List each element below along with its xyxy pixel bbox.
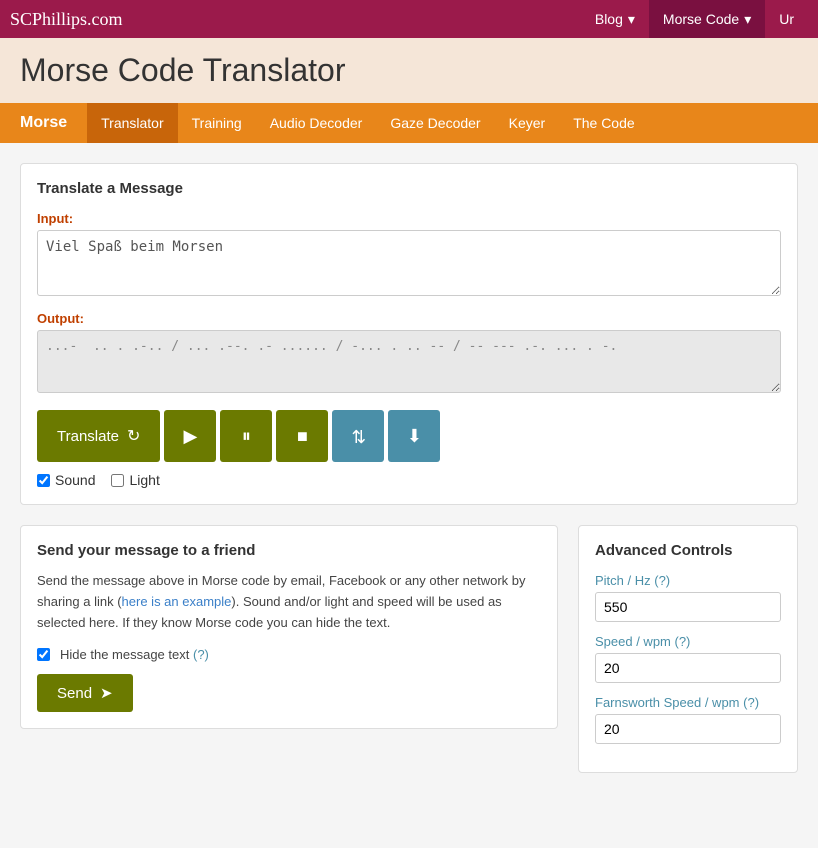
translate-button-label: Translate (57, 428, 119, 445)
pitch-hint[interactable]: (?) (654, 573, 670, 588)
output-textarea[interactable] (37, 330, 781, 393)
input-label: Input: (37, 211, 781, 226)
pause-button[interactable]: ⏸ (220, 410, 272, 462)
send-button[interactable]: Send ➤ (37, 674, 133, 712)
bottom-cols: Send your message to a friend Send the m… (20, 525, 798, 773)
farnsworth-label: Farnsworth Speed / wpm (?) (595, 695, 781, 710)
advanced-controls-card: Advanced Controls Pitch / Hz (?) Speed /… (578, 525, 798, 773)
hide-hint: (?) (193, 647, 209, 662)
subnav-translator[interactable]: Translator (87, 103, 178, 143)
topnav-morsecode-label: Morse Code (663, 11, 739, 27)
farnsworth-hint[interactable]: (?) (743, 695, 759, 710)
topnav-morsecode[interactable]: Morse Code ▾ (649, 0, 765, 38)
subnav-audio-decoder-label: Audio Decoder (270, 115, 363, 131)
subnav-keyer[interactable]: Keyer (495, 103, 560, 143)
light-checkbox-item: Light (111, 472, 159, 488)
hide-label: Hide the message text (?) (60, 647, 209, 662)
subnav-gaze-decoder[interactable]: Gaze Decoder (376, 103, 494, 143)
speed-field: Speed / wpm (?) (595, 634, 781, 683)
stop-button[interactable]: ■ (276, 410, 328, 462)
action-buttons-row: Translate ↻ ▶ ⏸ ■ ⇄ ⬇ (37, 410, 781, 462)
sub-nav-brand: Morse (0, 114, 87, 132)
send-icon: ➤ (100, 684, 113, 702)
subnav-keyer-label: Keyer (509, 115, 546, 131)
sub-nav-links: Translator Training Audio Decoder Gaze D… (87, 103, 649, 143)
subnav-the-code[interactable]: The Code (559, 103, 648, 143)
topnav-blog-label: Blog (595, 11, 623, 27)
subnav-the-code-label: The Code (573, 115, 634, 131)
col-right: Advanced Controls Pitch / Hz (?) Speed /… (578, 525, 798, 773)
page-title: Morse Code Translator (20, 52, 798, 89)
input-textarea[interactable]: Viel Spaß beim Morsen (37, 230, 781, 296)
site-logo: SCPhillips.com (10, 9, 581, 30)
pitch-label: Pitch / Hz (?) (595, 573, 781, 588)
pitch-field: Pitch / Hz (?) (595, 573, 781, 622)
hide-checkbox-row: Hide the message text (?) (37, 647, 541, 662)
topnav-ur-label: Ur (779, 11, 794, 27)
topnav-blog-arrow: ▾ (628, 11, 635, 28)
input-field-group: Input: Viel Spaß beim Morsen (37, 211, 781, 299)
speed-label: Speed / wpm (?) (595, 634, 781, 649)
download-button[interactable]: ⬇ (388, 410, 440, 462)
pitch-input[interactable] (595, 592, 781, 622)
download-icon: ⬇ (407, 426, 422, 447)
hide-checkbox[interactable] (37, 648, 50, 661)
speed-input[interactable] (595, 653, 781, 683)
topnav-ur[interactable]: Ur (765, 0, 808, 38)
send-card-description: Send the message above in Morse code by … (37, 571, 541, 633)
share-button[interactable]: ⇄ (332, 410, 384, 462)
sound-checkbox[interactable] (37, 474, 50, 487)
subnav-training-label: Training (192, 115, 242, 131)
advanced-controls-title: Advanced Controls (595, 542, 781, 559)
page-title-bar: Morse Code Translator (0, 38, 818, 103)
checkbox-row: Sound Light (37, 472, 781, 488)
sub-nav: Morse Translator Training Audio Decoder … (0, 103, 818, 143)
farnsworth-input[interactable] (595, 714, 781, 744)
play-button[interactable]: ▶ (164, 410, 216, 462)
top-nav-links: Blog ▾ Morse Code ▾ Ur (581, 0, 808, 38)
translate-card-title: Translate a Message (37, 180, 781, 197)
speed-hint[interactable]: (?) (675, 634, 691, 649)
refresh-icon: ↻ (127, 426, 140, 446)
farnsworth-field: Farnsworth Speed / wpm (?) (595, 695, 781, 744)
share-icon: ⇄ (348, 428, 369, 443)
topnav-blog[interactable]: Blog ▾ (581, 0, 649, 38)
pause-icon: ⏸ (242, 426, 251, 447)
subnav-gaze-decoder-label: Gaze Decoder (390, 115, 480, 131)
light-label: Light (129, 472, 159, 488)
translate-card: Translate a Message Input: Viel Spaß bei… (20, 163, 798, 505)
example-link[interactable]: here is an example (122, 594, 232, 609)
play-icon: ▶ (183, 426, 197, 447)
output-field-group: Output: (37, 311, 781, 396)
col-left: Send your message to a friend Send the m… (20, 525, 558, 773)
stop-icon: ■ (297, 426, 308, 447)
subnav-audio-decoder[interactable]: Audio Decoder (256, 103, 377, 143)
sound-checkbox-item: Sound (37, 472, 95, 488)
send-card-title: Send your message to a friend (37, 542, 541, 559)
main-content: Translate a Message Input: Viel Spaß bei… (0, 143, 818, 793)
send-card: Send your message to a friend Send the m… (20, 525, 558, 729)
top-nav: SCPhillips.com Blog ▾ Morse Code ▾ Ur (0, 0, 818, 38)
subnav-training[interactable]: Training (178, 103, 256, 143)
send-button-label: Send (57, 685, 92, 702)
output-label: Output: (37, 311, 781, 326)
subnav-translator-label: Translator (101, 115, 164, 131)
translate-button[interactable]: Translate ↻ (37, 410, 160, 462)
sound-label: Sound (55, 472, 95, 488)
topnav-morsecode-arrow: ▾ (744, 11, 751, 28)
light-checkbox[interactable] (111, 474, 124, 487)
